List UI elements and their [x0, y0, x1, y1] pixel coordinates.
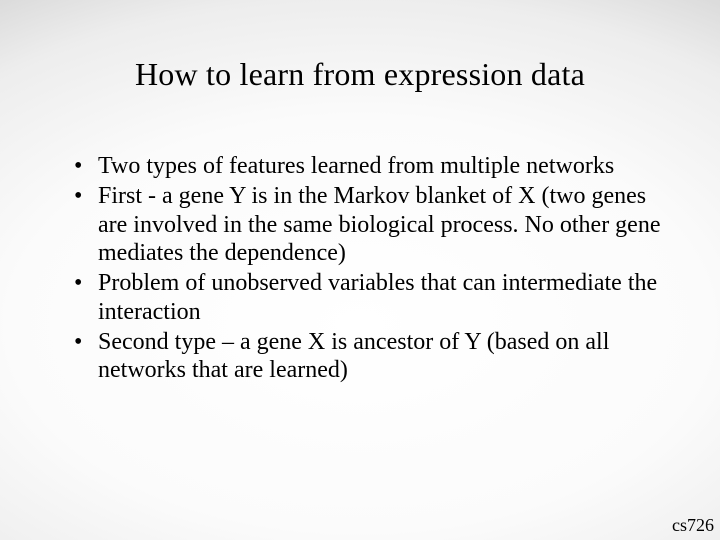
list-item: First - a gene Y is in the Markov blanke… [70, 182, 670, 267]
list-item: Second type – a gene X is ancestor of Y … [70, 328, 670, 385]
bullet-list: Two types of features learned from multi… [70, 152, 670, 385]
slide-footer: cs726 [672, 515, 714, 536]
slide-body: Two types of features learned from multi… [70, 152, 670, 387]
list-item: Two types of features learned from multi… [70, 152, 670, 180]
slide-title: How to learn from expression data [0, 56, 720, 93]
list-item: Problem of unobserved variables that can… [70, 269, 670, 326]
slide: How to learn from expression data Two ty… [0, 0, 720, 540]
